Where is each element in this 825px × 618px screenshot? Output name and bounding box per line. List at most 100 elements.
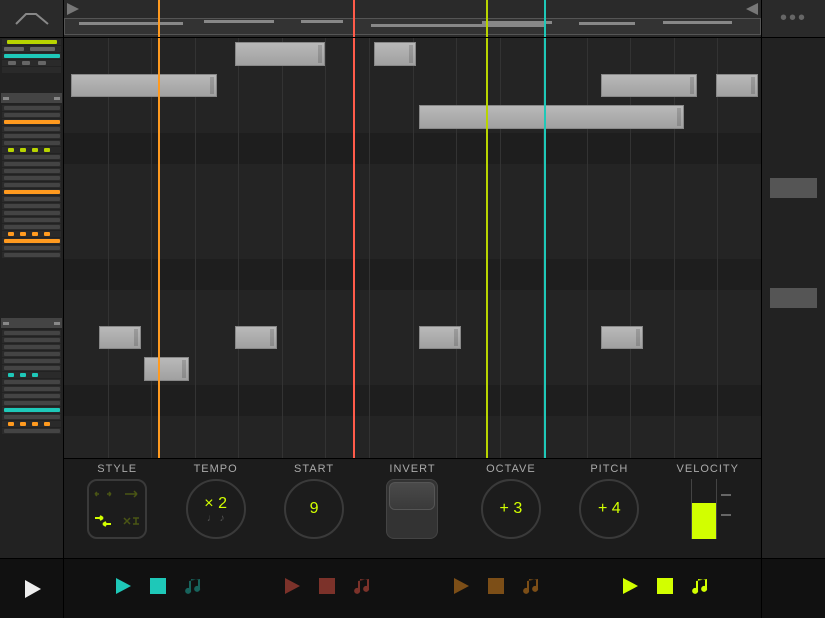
- track-play-button[interactable]: [621, 577, 639, 600]
- velocity-lane-marker[interactable]: [770, 178, 817, 198]
- envelope-toggle[interactable]: [0, 0, 64, 38]
- track-pattern-button[interactable]: [691, 576, 711, 601]
- track-row[interactable]: [2, 154, 61, 160]
- track-row[interactable]: [2, 217, 61, 223]
- track-row[interactable]: [2, 252, 61, 258]
- track-clip: [4, 408, 60, 412]
- track-stop-button[interactable]: [150, 578, 166, 599]
- track-row[interactable]: [2, 400, 61, 406]
- playhead-marker[interactable]: [486, 0, 488, 37]
- track-row[interactable]: [2, 344, 61, 350]
- track-row[interactable]: [2, 407, 61, 413]
- editor-playhead[interactable]: [486, 38, 488, 458]
- track-row[interactable]: [2, 126, 61, 132]
- track-row[interactable]: [2, 203, 61, 209]
- track-row[interactable]: [2, 119, 61, 125]
- track-stop-button[interactable]: [657, 578, 673, 599]
- midi-note[interactable]: [419, 326, 461, 350]
- midi-note[interactable]: [144, 357, 189, 381]
- track-row[interactable]: [2, 189, 61, 195]
- track-stop-button[interactable]: [319, 578, 335, 599]
- track-row[interactable]: [2, 386, 61, 392]
- track-row[interactable]: [2, 196, 61, 202]
- track-row[interactable]: [2, 147, 61, 153]
- track-row[interactable]: [2, 105, 61, 111]
- track-row[interactable]: [2, 60, 61, 66]
- pitch-dial[interactable]: + 4: [579, 479, 639, 539]
- track-group-header[interactable]: [1, 93, 62, 103]
- track-row[interactable]: [2, 245, 61, 251]
- overview-segment: [579, 22, 635, 25]
- playhead-marker[interactable]: [158, 0, 160, 37]
- grid-line: [630, 38, 631, 458]
- stop-icon: [488, 578, 504, 594]
- octave-dial[interactable]: + 3: [481, 479, 541, 539]
- track-pattern-button[interactable]: [522, 576, 542, 601]
- track-pattern-button[interactable]: [353, 576, 373, 601]
- track-row[interactable]: [2, 133, 61, 139]
- midi-note[interactable]: [235, 42, 326, 66]
- invert-toggle[interactable]: [386, 479, 438, 539]
- track-row[interactable]: [2, 337, 61, 343]
- track-row[interactable]: [2, 182, 61, 188]
- midi-note[interactable]: [71, 74, 217, 98]
- track-row[interactable]: [2, 210, 61, 216]
- tempo-dial[interactable]: × 2 ♩ ♪: [186, 479, 246, 539]
- track-row[interactable]: [2, 414, 61, 420]
- midi-note[interactable]: [374, 42, 416, 66]
- track-clip: [44, 148, 50, 152]
- track-row[interactable]: [2, 53, 61, 59]
- track-play-button[interactable]: [114, 577, 132, 600]
- track-play-button[interactable]: [452, 577, 470, 600]
- overview-lane[interactable]: [64, 18, 761, 35]
- midi-note[interactable]: [235, 326, 277, 350]
- track-row[interactable]: [2, 372, 61, 378]
- midi-note[interactable]: [99, 326, 141, 350]
- track-list[interactable]: [0, 38, 64, 558]
- velocity-lane[interactable]: [761, 38, 825, 558]
- track-row[interactable]: [2, 358, 61, 364]
- editor-playhead[interactable]: [353, 38, 355, 458]
- track-row[interactable]: [2, 365, 61, 371]
- track-row[interactable]: [2, 379, 61, 385]
- track-row[interactable]: [2, 168, 61, 174]
- playhead-marker[interactable]: [544, 0, 546, 37]
- master-play-button[interactable]: [0, 558, 64, 618]
- track-stop-button[interactable]: [488, 578, 504, 599]
- track-pattern-button[interactable]: [184, 576, 204, 601]
- track-row[interactable]: [2, 351, 61, 357]
- track-row[interactable]: [2, 428, 61, 434]
- track-clip: [4, 331, 60, 335]
- track-row[interactable]: [2, 140, 61, 146]
- more-menu[interactable]: •••: [761, 0, 825, 38]
- track-row[interactable]: [2, 421, 61, 427]
- track-row[interactable]: [2, 161, 61, 167]
- track-row[interactable]: [2, 238, 61, 244]
- editor-playhead[interactable]: [544, 38, 546, 458]
- timeline-overview[interactable]: [64, 0, 761, 38]
- track-play-button[interactable]: [283, 577, 301, 600]
- track-row[interactable]: [2, 393, 61, 399]
- style-selector[interactable]: [87, 479, 147, 539]
- track-row[interactable]: [2, 112, 61, 118]
- velocity-slider[interactable]: [683, 479, 733, 539]
- midi-note[interactable]: [601, 326, 643, 350]
- midi-note[interactable]: [716, 74, 758, 98]
- track-row[interactable]: [2, 224, 61, 230]
- track-clip: [44, 232, 50, 236]
- start-dial[interactable]: 9: [284, 479, 344, 539]
- editor-playhead[interactable]: [158, 38, 160, 458]
- midi-note[interactable]: [419, 105, 684, 129]
- track-row[interactable]: [2, 39, 61, 45]
- track-row[interactable]: [2, 175, 61, 181]
- midi-note[interactable]: [601, 74, 697, 98]
- grid-line: [717, 38, 718, 458]
- track-group-header[interactable]: [1, 318, 62, 328]
- piano-roll-editor[interactable]: [64, 38, 761, 458]
- track-row[interactable]: [2, 46, 61, 52]
- playhead-marker[interactable]: [353, 0, 355, 37]
- track-row[interactable]: [2, 330, 61, 336]
- track-row[interactable]: [2, 231, 61, 237]
- velocity-lane-marker[interactable]: [770, 288, 817, 308]
- track-row[interactable]: [2, 67, 61, 73]
